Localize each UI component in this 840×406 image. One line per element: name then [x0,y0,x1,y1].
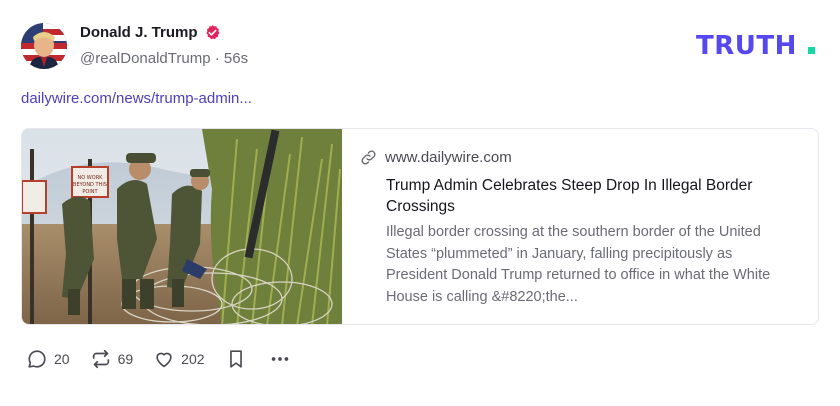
card-domain: www.dailywire.com [385,149,512,166]
heart-icon [156,352,172,368]
post-timestamp[interactable]: 56s [224,50,248,67]
card-title[interactable]: Trump Admin Celebrates Steep Drop In Ill… [386,175,806,217]
verified-badge-icon [204,24,221,41]
more-icon [271,357,288,361]
bookmark-button[interactable] [225,348,247,370]
article-thumbnail[interactable]: NO WORK BEYOND THIS POINT [22,129,342,324]
more-options-button[interactable] [269,348,291,370]
retruth-count: 69 [117,351,134,367]
reply-button[interactable]: 20 [26,348,70,370]
post-link[interactable]: dailywire.com/news/trump-admin... [21,90,252,107]
reply-icon [28,350,46,368]
svg-text:POINT: POINT [82,189,98,195]
post-actions: 20 69 202 [26,346,311,372]
svg-text:NO WORK: NO WORK [78,175,104,181]
retruth-icon [92,349,109,369]
like-button[interactable]: 202 [153,348,205,370]
meta-separator: · [214,50,220,67]
retruth-button[interactable]: 69 [90,348,134,370]
like-count: 202 [181,351,205,367]
reply-count: 20 [54,351,70,367]
link-preview-card[interactable]: NO WORK BEYOND THIS POINT www.dailywire.… [21,128,819,325]
author-handle[interactable]: @realDonaldTrump [80,50,211,67]
svg-text:BEYOND THIS: BEYOND THIS [73,182,107,188]
card-description: Illegal border crossing at the southern … [386,224,771,305]
post-meta: @realDonaldTrump · 56s [80,50,248,67]
author-display-name[interactable]: Donald J. Trump [80,24,198,41]
truth-social-logo[interactable]: TRUTH [696,30,820,61]
bookmark-icon [229,350,242,368]
author-avatar[interactable] [21,23,67,69]
link-icon [360,149,377,166]
svg-text:TRUTH: TRUTH [696,31,797,60]
